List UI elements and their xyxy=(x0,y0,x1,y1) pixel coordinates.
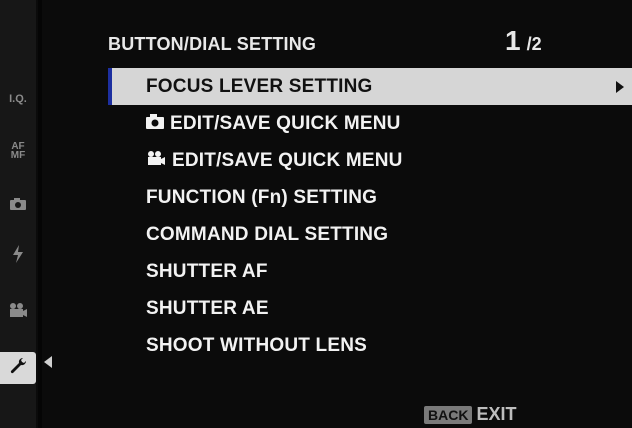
page-total: 2 xyxy=(531,34,542,54)
wrench-icon xyxy=(9,357,27,380)
active-tab-arrow-icon xyxy=(44,356,52,368)
menu-tab-rail: I.Q. AF MF xyxy=(0,0,36,428)
menu-item-focus-lever-setting[interactable]: FOCUS LEVER SETTING xyxy=(108,68,632,105)
menu-item-edit-save-quick-menu-movie[interactable]: EDIT/SAVE QUICK MENU xyxy=(108,142,632,179)
menu-item-shoot-without-lens[interactable]: SHOOT WITHOUT LENS xyxy=(108,327,632,364)
menu-item-label: EDIT/SAVE QUICK MENU xyxy=(172,149,403,171)
movie-camera-icon xyxy=(146,150,166,172)
page-indicator: 1/2 xyxy=(505,25,542,57)
submenu-arrow-icon xyxy=(616,81,624,93)
camera-icon xyxy=(9,197,27,216)
camera-icon xyxy=(146,113,164,135)
page-title: BUTTON/DIAL SETTING xyxy=(108,34,317,54)
menu-item-shutter-ae[interactable]: SHUTTER AE xyxy=(108,290,632,327)
af-mf-label: AF MF xyxy=(10,141,26,161)
exit-label: EXIT xyxy=(476,404,517,424)
menu-item-label: FUNCTION (Fn) SETTING xyxy=(146,186,378,208)
movie-camera-icon xyxy=(8,302,28,323)
camera-menu-screen: I.Q. AF MF BUTTON/DIAL SETTING 1 /2 FOCU… xyxy=(0,0,632,428)
footer-hint: BACK EXIT xyxy=(424,404,516,425)
flash-tab[interactable] xyxy=(0,240,36,272)
menu-item-label: COMMAND DIAL SETTING xyxy=(146,223,389,245)
image-quality-tab[interactable]: I.Q. xyxy=(0,83,36,115)
menu-item-command-dial-setting[interactable]: COMMAND DIAL SETTING xyxy=(108,216,632,253)
menu-item-label: SHOOT WITHOUT LENS xyxy=(146,334,368,356)
menu-item-label: EDIT/SAVE QUICK MENU xyxy=(170,112,401,134)
menu-item-label: FOCUS LEVER SETTING xyxy=(146,75,373,97)
rail-divider xyxy=(38,0,42,428)
menu-item-shutter-af[interactable]: SHUTTER AF xyxy=(108,253,632,290)
menu-item-label: SHUTTER AE xyxy=(146,297,269,319)
setup-tab[interactable] xyxy=(0,352,36,384)
page-current: 1 xyxy=(505,25,521,56)
af-mf-tab[interactable]: AF MF xyxy=(0,135,36,167)
shooting-tab[interactable] xyxy=(0,190,36,222)
back-button-badge[interactable]: BACK xyxy=(424,405,473,424)
menu-item-label: SHUTTER AF xyxy=(146,260,268,282)
image-quality-label: I.Q. xyxy=(9,93,27,105)
menu-item-function-fn-setting[interactable]: FUNCTION (Fn) SETTING xyxy=(108,179,632,216)
movie-tab[interactable] xyxy=(0,296,36,328)
flash-icon xyxy=(12,244,24,268)
menu-item-edit-save-quick-menu-photo[interactable]: EDIT/SAVE QUICK MENU xyxy=(108,105,632,142)
menu-list: FOCUS LEVER SETTING EDIT/SAVE QUICK MENU… xyxy=(108,68,632,364)
